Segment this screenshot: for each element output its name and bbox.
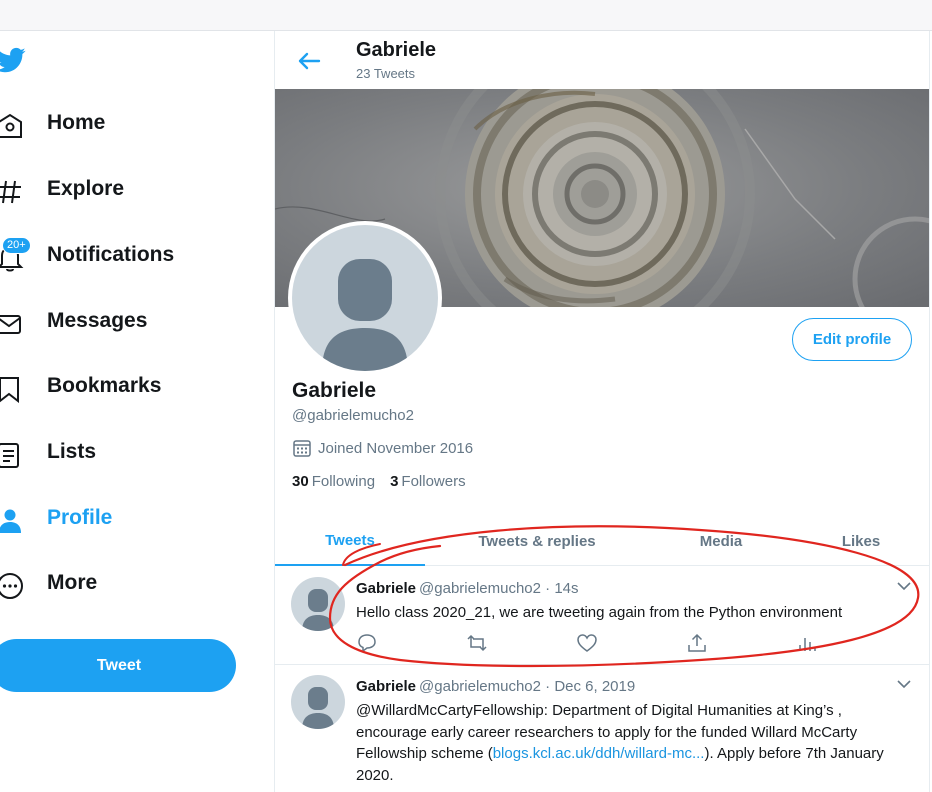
list-icon bbox=[0, 443, 19, 468]
tweet-text: @WillardMcCartyFellowship: Department of… bbox=[356, 700, 912, 786]
sidebar-item-label: Messages bbox=[47, 309, 148, 332]
sidebar-item-label: Bookmarks bbox=[47, 374, 162, 397]
following-link[interactable]: 30 Following bbox=[292, 473, 375, 490]
tweet-button[interactable]: Tweet bbox=[0, 639, 236, 692]
profile-name: Gabriele bbox=[292, 379, 377, 402]
profile-avatar[interactable] bbox=[288, 221, 442, 375]
default-avatar-icon bbox=[302, 687, 334, 729]
profile-main-column: Gabriele 23 Tweets Edit profile Gabriele… bbox=[274, 31, 930, 792]
tweet-header: Gabriele @gabrielemucho2 · Dec 6, 2019 bbox=[356, 678, 635, 695]
avatar[interactable] bbox=[291, 675, 345, 729]
tweet-author-name[interactable]: Gabriele bbox=[356, 580, 416, 597]
tweet-item[interactable]: Gabriele @gabrielemucho2 · Dec 6, 2019 @W… bbox=[275, 665, 929, 792]
back-arrow-icon[interactable] bbox=[295, 47, 323, 75]
sidebar-item-label: More bbox=[47, 571, 98, 594]
tweet-text: Hello class 2020_21, we are tweeting aga… bbox=[356, 604, 843, 621]
following-label: Following bbox=[311, 473, 376, 490]
profile-header-bar: Gabriele 23 Tweets bbox=[275, 31, 929, 89]
tab-tweets-and-replies[interactable]: Tweets & replies bbox=[457, 517, 617, 566]
profile-tabs: Tweets Tweets & replies Media Likes bbox=[275, 517, 929, 566]
tweet-count: 23 Tweets bbox=[356, 66, 416, 81]
page-title: Gabriele bbox=[356, 39, 437, 61]
share-icon[interactable] bbox=[686, 632, 708, 654]
edit-profile-button[interactable]: Edit profile bbox=[792, 318, 912, 361]
sidebar-item-label: Profile bbox=[47, 506, 113, 529]
tweet-actions bbox=[356, 632, 826, 654]
person-icon bbox=[0, 509, 21, 533]
tweet-author-name[interactable]: Gabriele bbox=[356, 678, 416, 695]
heart-icon[interactable] bbox=[576, 632, 598, 654]
tab-likes[interactable]: Likes bbox=[811, 517, 911, 566]
avatar[interactable] bbox=[291, 577, 345, 631]
sidebar-item-label: Notifications bbox=[47, 243, 175, 266]
browser-top-strip bbox=[0, 0, 932, 31]
chevron-down-icon[interactable] bbox=[895, 675, 913, 693]
follow-stats: 30 Following 3 Followers bbox=[292, 473, 466, 490]
more-circle-icon bbox=[0, 573, 23, 599]
tweet-meta: @gabrielemucho2 · Dec 6, 2019 bbox=[419, 678, 636, 695]
default-avatar-icon bbox=[302, 589, 334, 631]
sidebar-item-label: Explore bbox=[47, 177, 125, 200]
twitter-bird-icon[interactable] bbox=[0, 45, 28, 75]
sidebar-item-label: Lists bbox=[47, 440, 97, 463]
bookmark-icon bbox=[0, 377, 19, 403]
followers-label: Followers bbox=[401, 473, 466, 490]
default-avatar-icon bbox=[322, 259, 408, 371]
calendar-icon bbox=[293, 440, 311, 457]
tweet-item[interactable]: Gabriele @gabrielemucho2 · 14s Hello clas… bbox=[275, 566, 929, 665]
profile-handle: @gabrielemucho2 bbox=[292, 407, 414, 424]
notification-count-badge: 20+ bbox=[2, 237, 31, 254]
home-icon bbox=[0, 113, 22, 138]
joined-text: Joined November 2016 bbox=[318, 439, 474, 457]
sidebar-nav: Home Explore 20+ Notifications Messages … bbox=[0, 31, 275, 792]
tweet-link[interactable]: blogs.kcl.ac.uk/ddh/willard-mc... bbox=[493, 745, 705, 762]
followers-count: 3 bbox=[390, 473, 399, 490]
tweet-header: Gabriele @gabrielemucho2 · 14s bbox=[356, 580, 579, 597]
hashtag-icon bbox=[0, 180, 21, 204]
tab-tweets[interactable]: Tweets bbox=[275, 517, 425, 566]
sidebar-item-label: Home bbox=[47, 111, 106, 134]
analytics-icon[interactable] bbox=[796, 632, 818, 654]
retweet-icon[interactable] bbox=[466, 632, 488, 654]
followers-link[interactable]: 3 Followers bbox=[390, 473, 466, 490]
tweet-meta: @gabrielemucho2 · 14s bbox=[419, 580, 579, 597]
tab-media[interactable]: Media bbox=[671, 517, 771, 566]
reply-icon[interactable] bbox=[356, 632, 378, 654]
envelope-icon bbox=[0, 315, 21, 334]
joined-date: Joined November 2016 bbox=[292, 438, 473, 458]
following-count: 30 bbox=[292, 473, 309, 490]
chevron-down-icon[interactable] bbox=[895, 577, 913, 595]
